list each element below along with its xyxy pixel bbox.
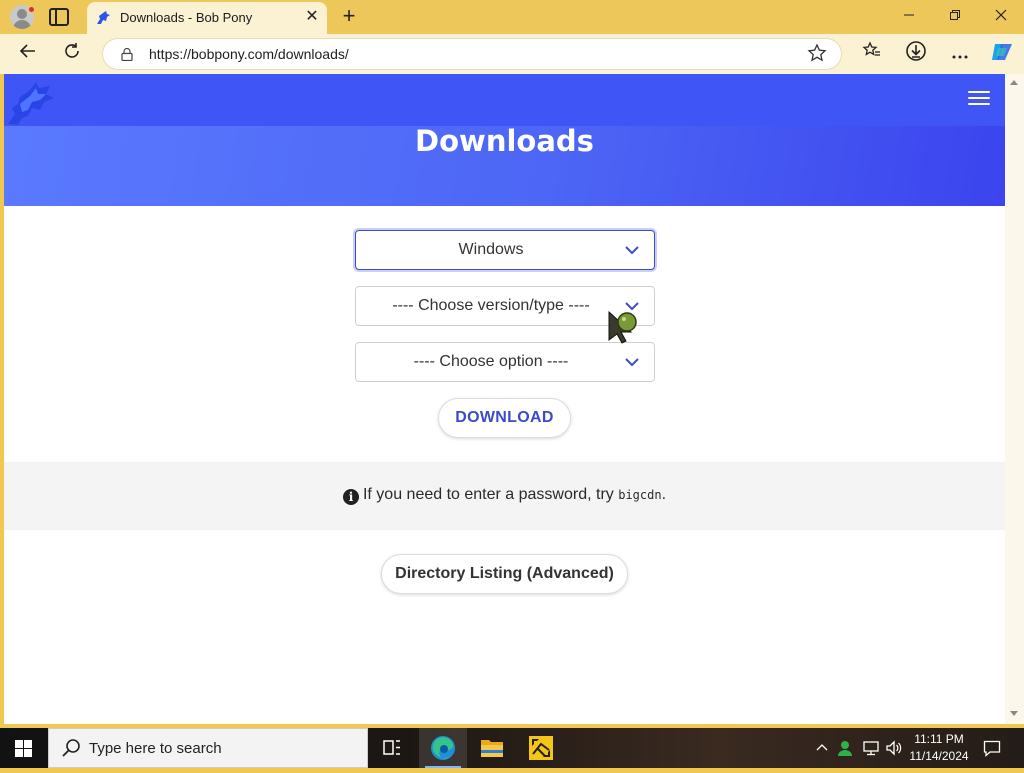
- password-notice-text: i If you need to enter a password, try bi…: [4, 486, 1005, 505]
- site-navbar: [4, 74, 1005, 126]
- restore-button[interactable]: [940, 4, 970, 30]
- page-viewport: Downloads Windows ---- Choose version/ty…: [4, 74, 1005, 724]
- directory-listing-button[interactable]: Directory Listing (Advanced): [381, 554, 628, 594]
- option-select[interactable]: ---- Choose option ----: [355, 342, 655, 382]
- file-explorer-icon: [481, 740, 503, 757]
- more-button[interactable]: [946, 40, 974, 68]
- refresh-icon: [65, 43, 79, 58]
- back-arrow-icon: [19, 44, 35, 58]
- mascot-cursor-icon: [608, 310, 637, 344]
- close-icon: [995, 9, 1007, 21]
- os-select[interactable]: Windows: [355, 230, 655, 270]
- edge-icon: [431, 736, 455, 760]
- copilot-button[interactable]: [988, 40, 1016, 68]
- pinned-app-taskbar-button[interactable]: [517, 728, 565, 768]
- favorites-button[interactable]: [858, 40, 886, 68]
- browser-toolbar: https://bobpony.com/downloads/: [0, 34, 1024, 74]
- profile-notification-dot: [28, 6, 35, 13]
- tab-close-icon[interactable]: ✕: [303, 8, 321, 26]
- chevron-down-icon: [625, 246, 639, 255]
- os-select-value: Windows: [458, 241, 524, 258]
- volume-icon[interactable]: [885, 740, 903, 756]
- option-select-value: ---- Choose option ----: [413, 353, 569, 370]
- task-view-icon: [383, 740, 400, 755]
- copilot-icon: [992, 44, 1012, 60]
- browser-titlebar: Downloads - Bob Pony ✕ +: [0, 0, 1024, 34]
- downloads-button[interactable]: [902, 40, 930, 68]
- taskbar-search-placeholder: Type here to search: [89, 740, 222, 757]
- chevron-down-icon: [625, 358, 639, 367]
- page-scrollbar[interactable]: [1005, 74, 1024, 724]
- favorite-star-icon[interactable]: [807, 43, 827, 63]
- page-title: Downloads: [415, 124, 594, 158]
- password-notice: i If you need to enter a password, try bi…: [4, 462, 1005, 530]
- windows-taskbar: Type here to search 11:11 PM 11/14/2024: [0, 728, 1024, 768]
- lock-icon[interactable]: [121, 48, 133, 61]
- clock-time[interactable]: 11:11 PM: [906, 732, 972, 746]
- downloads-icon: [906, 41, 926, 61]
- windows-start-icon[interactable]: [15, 740, 32, 757]
- minimize-icon: [904, 14, 914, 16]
- tab-title: Downloads - Bob Pony: [120, 10, 253, 25]
- edge-taskbar-button[interactable]: [419, 728, 467, 768]
- notice-password-code: bigcdn: [618, 488, 662, 502]
- version-select-value: ---- Choose version/type ----: [392, 297, 590, 314]
- back-button[interactable]: [14, 40, 42, 68]
- scroll-down-arrow-icon[interactable]: [1010, 711, 1018, 716]
- taskbar-search-box[interactable]: Type here to search: [48, 728, 368, 768]
- minimize-button[interactable]: [894, 4, 924, 30]
- notifications-icon[interactable]: [983, 740, 1001, 757]
- user-account-icon[interactable]: [837, 739, 855, 757]
- hero-banner: Downloads: [4, 74, 1005, 206]
- browser-tab[interactable]: Downloads - Bob Pony ✕: [87, 2, 327, 34]
- new-tab-button[interactable]: +: [338, 4, 360, 28]
- task-view-button[interactable]: [368, 728, 416, 768]
- refresh-button[interactable]: [58, 40, 86, 68]
- notice-text-after: .: [661, 486, 667, 503]
- address-bar[interactable]: https://bobpony.com/downloads/: [102, 38, 842, 70]
- notice-text-before: If you need to enter a password, try: [362, 486, 619, 503]
- bobpony-logo[interactable]: [6, 78, 56, 126]
- tab-actions-icon[interactable]: [49, 8, 69, 26]
- show-hidden-icons-chevron-icon[interactable]: [816, 742, 828, 752]
- menu-icon[interactable]: [968, 91, 990, 105]
- network-icon[interactable]: [862, 740, 880, 756]
- search-icon: [62, 739, 80, 757]
- favorites-icon: [862, 41, 880, 56]
- more-icon: [952, 55, 968, 59]
- clock-date[interactable]: 11/14/2024: [906, 749, 972, 763]
- pinned-app-icon: [529, 736, 553, 760]
- file-explorer-taskbar-button[interactable]: [468, 728, 516, 768]
- download-button[interactable]: DOWNLOAD: [438, 398, 571, 438]
- scroll-up-arrow-icon[interactable]: [1010, 80, 1018, 85]
- info-icon: i: [342, 489, 359, 505]
- bobpony-favicon-icon: [97, 11, 110, 24]
- restore-icon: [950, 10, 960, 20]
- url-text[interactable]: https://bobpony.com/downloads/: [149, 46, 349, 62]
- close-window-button[interactable]: [986, 4, 1016, 30]
